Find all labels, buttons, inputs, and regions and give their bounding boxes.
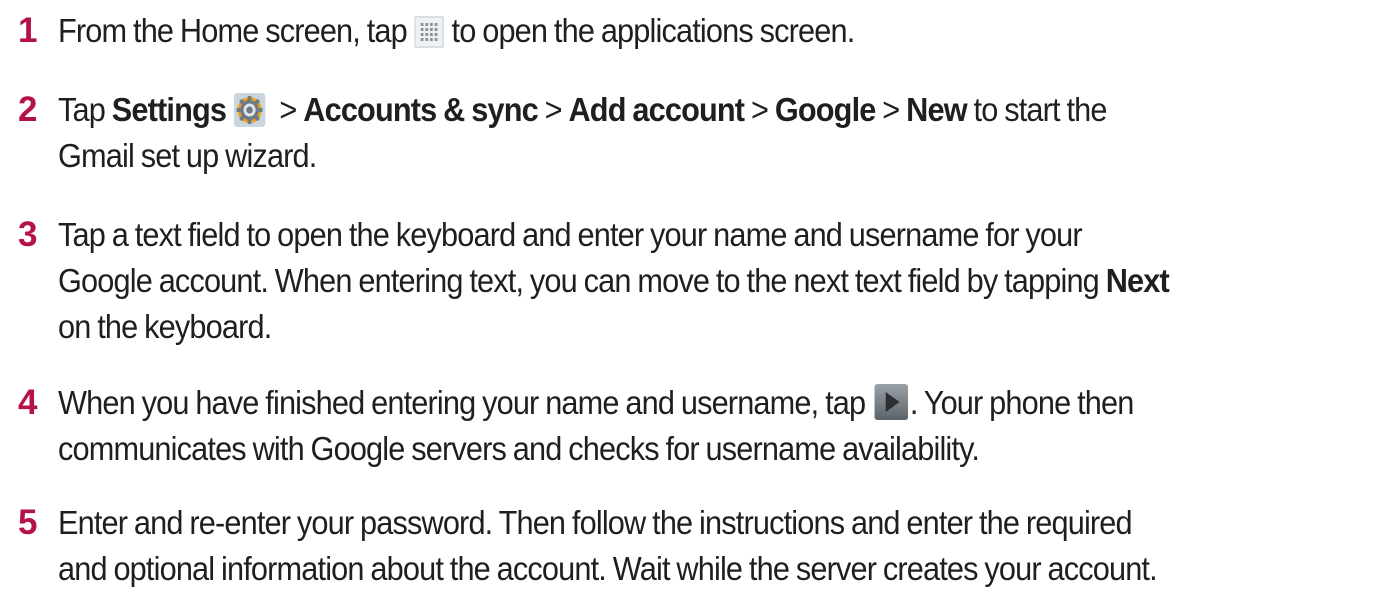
settings-gear-icon xyxy=(233,93,266,127)
step-text-part: on the keyboard. xyxy=(58,308,272,345)
step-text-part: Google account. When entering text, you … xyxy=(58,262,1100,299)
next-label: Next xyxy=(1105,262,1170,299)
step-number: 1 xyxy=(18,11,38,50)
step-text-part: Enter and re-enter your password. Then f… xyxy=(58,504,1133,541)
step-text: From the Home screen, tap to open the ap… xyxy=(58,8,1388,54)
step-text-part: Gmail set up wizard. xyxy=(58,137,317,174)
separator: > xyxy=(882,91,900,128)
step-text-part: Tap a text field to open the keyboard an… xyxy=(58,216,1083,253)
step-number: 4 xyxy=(18,383,38,422)
step-1: 1 From the Home screen, tap to open the … xyxy=(18,8,1378,54)
step-2: 2 Tap Settings > Accounts & sync > Add a… xyxy=(18,87,1378,179)
step-number: 3 xyxy=(18,215,38,254)
step-text-part: communicates with Google servers and che… xyxy=(58,430,980,467)
accounts-sync-label: Accounts & sync xyxy=(303,91,538,128)
step-text: When you have finished entering your nam… xyxy=(58,380,1388,472)
new-label: New xyxy=(906,91,967,128)
step-text-part: to open the applications screen. xyxy=(451,12,856,49)
step-text-part: . Your phone then xyxy=(909,384,1134,421)
step-4: 4 When you have finished entering your n… xyxy=(18,380,1378,472)
step-number: 2 xyxy=(18,90,38,129)
step-text-part: and optional information about the accou… xyxy=(58,550,1158,587)
step-text-part: Tap xyxy=(58,91,106,128)
separator: > xyxy=(279,91,297,128)
step-number: 5 xyxy=(18,503,38,542)
step-text: Enter and re-enter your password. Then f… xyxy=(58,500,1388,592)
separator: > xyxy=(544,91,563,128)
instruction-document: 1 From the Home screen, tap to open the … xyxy=(0,0,1388,595)
settings-label: Settings xyxy=(111,91,227,128)
google-label: Google xyxy=(774,91,877,128)
step-text-part: From the Home screen, tap xyxy=(58,12,408,49)
separator: > xyxy=(750,91,769,128)
step-text-part: to start the xyxy=(973,91,1108,128)
step-text-part: When you have finished entering your nam… xyxy=(58,384,866,421)
step-text: Tap a text field to open the keyboard an… xyxy=(58,212,1388,350)
add-account-label: Add account xyxy=(568,91,745,128)
step-5: 5 Enter and re-enter your password. Then… xyxy=(18,500,1378,592)
next-arrow-icon xyxy=(874,384,909,420)
apps-grid-icon xyxy=(414,16,445,48)
step-text: Tap Settings > Accounts & sync > Add acc… xyxy=(58,87,1388,179)
step-3: 3 Tap a text field to open the keyboard … xyxy=(18,212,1378,350)
